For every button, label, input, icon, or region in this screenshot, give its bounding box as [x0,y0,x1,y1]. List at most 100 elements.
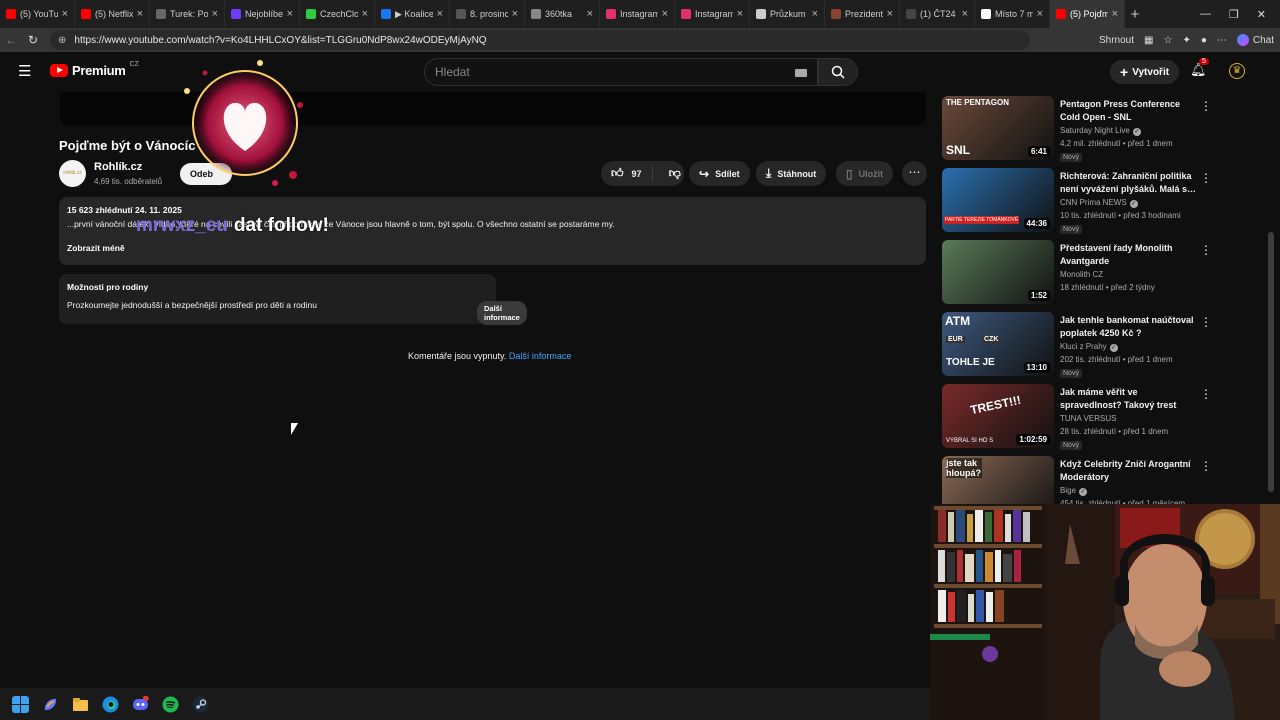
tab-close-icon[interactable]: × [662,8,668,20]
recommendation-title[interactable]: Jak tenhle bankomat naúčtoval poplatek 4… [1060,314,1200,340]
recommendation-channel[interactable]: TUNA VERSUS [1060,414,1116,423]
comments-more-link[interactable]: Další informace [509,351,572,361]
recommendation-item[interactable]: PARTIE TEREZIE TOMÁNKOVÉ 44:36 Richterová:… [942,168,1272,234]
recommendation-title[interactable]: Představení řady Monolith Avantgarde [1060,242,1200,268]
keyboard-icon[interactable] [795,69,807,77]
menu-dots-icon[interactable]: ⋯ [1217,35,1227,46]
tab-close-icon[interactable]: × [437,8,443,20]
tab-close-icon[interactable]: × [512,8,518,20]
tab-close-icon[interactable]: × [737,8,743,20]
create-button[interactable]: + Vytvořit [1110,60,1180,84]
profile-icon[interactable]: ● [1201,35,1207,46]
tab-close-icon[interactable]: × [1112,8,1118,20]
extensions-icon[interactable]: ✦ [1182,35,1190,46]
reload-icon[interactable]: ↻ [22,33,44,47]
recommendation-item[interactable]: THE PENTAGON SNL 6:41 Pentagon Press Confer… [942,96,1272,162]
share-button[interactable]: ↪ Sdílet [689,161,750,186]
read-aloud-icon[interactable]: ▦ [1144,35,1153,46]
site-info-icon[interactable]: ⊕ [58,35,66,46]
menu-icon[interactable]: ☰ [18,64,34,80]
tab-close-icon[interactable]: × [812,8,818,20]
sidebar-scrollbar[interactable] [1268,232,1274,492]
edge-browser-icon[interactable] [102,696,119,713]
recommendation-title[interactable]: Když Celebrity Zničí Arogantní Moderátor… [1060,458,1200,484]
chat-button[interactable]: Chat [1236,34,1274,46]
maximize-button[interactable]: ❐ [1229,8,1239,21]
browser-tab[interactable]: Instagram × [600,0,675,28]
tab-close-icon[interactable]: × [62,8,68,20]
tab-close-icon[interactable]: × [137,8,143,20]
video-thumbnail[interactable]: ATM EUR CZK TOHLE JE 13:10 [942,312,1054,376]
tab-close-icon[interactable]: × [587,8,593,20]
browser-tab[interactable]: (5) YouTube × [0,0,75,28]
recommendation-title[interactable]: Jak máme věřit ve spravedlnost? Takový t… [1060,386,1200,413]
recommendation-item[interactable]: 1:52 Představení řady Monolith Avantgarde… [942,240,1272,306]
file-explorer-icon[interactable] [72,696,89,713]
browser-tab[interactable]: (5) Netflix × [75,0,150,28]
favorite-icon[interactable]: ☆ [1163,35,1172,46]
browser-tab[interactable]: CzechClou × [300,0,375,28]
browser-tab[interactable]: Instagram × [675,0,750,28]
more-options-icon[interactable]: ⋮ [1200,387,1212,401]
video-thumbnail[interactable]: THE PENTAGON SNL 6:41 [942,96,1054,160]
url-field[interactable]: ⊕ https://www.youtube.com/watch?v=Ko4LHH… [50,30,1030,50]
video-thumbnail[interactable]: 1:52 [942,240,1054,304]
browser-tab[interactable]: ▶ Koalice × [375,0,450,28]
browser-tab[interactable]: Turek: Pol × [150,0,225,28]
recommendation-channel[interactable]: Monolith CZ [1060,270,1103,279]
notifications-button[interactable]: 🔔︎ 5 [1190,58,1209,78]
more-options-icon[interactable]: ⋮ [1200,171,1212,185]
recommendation-channel[interactable]: CNN Prima NEWS ✓ [1060,198,1138,208]
recommendation-channel[interactable]: Bige ✓ [1060,486,1088,496]
search-button[interactable] [818,58,858,86]
channel-name[interactable]: Rohlík.cz [94,161,142,173]
tab-close-icon[interactable]: × [1037,8,1043,20]
tab-close-icon[interactable]: × [962,8,968,20]
family-more-button[interactable]: Další informace [477,301,527,325]
close-window-button[interactable]: ✕ [1257,8,1266,21]
tab-close-icon[interactable]: × [362,8,368,20]
show-less-button[interactable]: Zobrazit méně [67,243,918,253]
recommendation-title[interactable]: Pentagon Press Conference Cold Open - SN… [1060,98,1200,124]
back-icon[interactable]: ← [0,33,22,47]
browser-tab[interactable]: (5) Pojďm × [1050,0,1125,28]
video-thumbnail[interactable]: PARTIE TEREZIE TOMÁNKOVÉ 44:36 [942,168,1054,232]
new-tab-button[interactable]: + [1125,6,1145,23]
search-input[interactable]: Hledat [424,58,818,86]
windows-start-icon[interactable] [12,695,29,713]
more-options-icon[interactable]: ⋮ [1200,99,1212,113]
video-thumbnail[interactable]: TREST!!! VYBRAL SI HO S 1:02:59 [942,384,1054,448]
recommendation-channel[interactable]: Saturday Night Live ✓ [1060,126,1141,136]
tab-close-icon[interactable]: × [887,8,893,20]
recommendation-item[interactable]: ATM EUR CZK TOHLE JE 13:10 Jak tenhle bankoma… [942,312,1272,378]
steam-icon[interactable] [192,696,209,713]
discord-icon[interactable] [132,695,149,713]
tab-close-icon[interactable]: × [287,8,293,20]
channel-avatar[interactable]: rohlik.cz [59,160,86,187]
browser-tab[interactable]: Místo 7 m × [975,0,1050,28]
dislike-button[interactable]: 👎︎ [659,166,689,181]
recommendation-item[interactable]: TREST!!! VYBRAL SI HO S 1:02:59 Jak máme vě… [942,384,1272,450]
copilot-taskbar-icon[interactable] [42,696,59,713]
youtube-logo[interactable]: Premium CZ [50,61,139,78]
browser-tab[interactable]: 8. prosince × [450,0,525,28]
more-options-icon[interactable]: ⋮ [1200,459,1212,473]
browser-tab[interactable]: Průzkum × [750,0,825,28]
recommendation-channel[interactable]: Kluci z Prahy ✓ [1060,342,1118,352]
save-button[interactable]: ▯ Uložit [836,161,894,186]
like-button[interactable]: 👍︎ 97 [601,166,653,181]
browser-tab[interactable]: Nejoblíbe × [225,0,300,28]
recommendation-title[interactable]: Richterová: Zahraniční politika není vyv… [1060,170,1200,196]
browser-tab[interactable]: (1) ČT24 × [900,0,975,28]
more-actions-button[interactable]: ⋯ [902,161,927,186]
spotify-icon[interactable] [162,696,179,713]
browser-tab[interactable]: 360tka × [525,0,600,28]
browser-tab[interactable]: Prezident × [825,0,900,28]
more-options-icon[interactable]: ⋮ [1200,243,1212,257]
more-options-icon[interactable]: ⋮ [1200,315,1212,329]
account-avatar[interactable]: ♛ [1229,63,1245,79]
minimize-button[interactable]: — [1200,8,1211,20]
download-button[interactable]: ⤓ Stáhnout [756,161,827,186]
tab-close-icon[interactable]: × [212,8,218,20]
summary-button[interactable]: Shrnout [1099,35,1134,46]
